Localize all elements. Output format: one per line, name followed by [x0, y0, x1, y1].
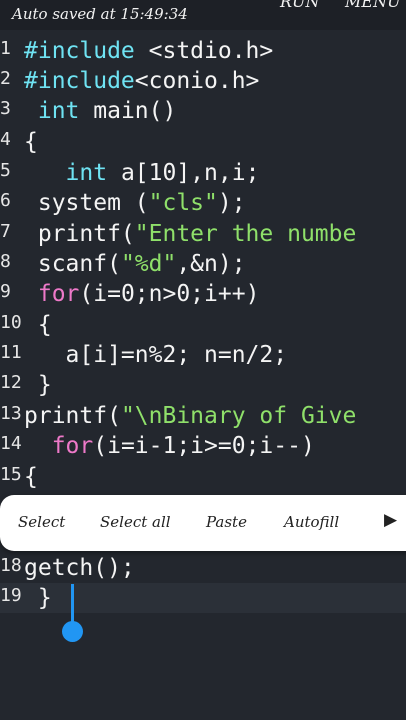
line-number: 14 — [0, 433, 22, 454]
code-line[interactable]: 6 system ("cls"); — [0, 188, 406, 218]
text-cursor — [71, 584, 74, 624]
line-number: 5 — [0, 160, 11, 181]
line-number: 8 — [0, 251, 11, 272]
line-number: 7 — [0, 221, 11, 242]
code-token: ); — [217, 190, 246, 216]
code-line[interactable]: 19 } — [0, 583, 406, 613]
code-line[interactable]: 10 { — [0, 310, 406, 340]
code-token: for — [51, 433, 94, 459]
line-number: 4 — [0, 129, 11, 150]
code-token: system ( — [24, 190, 149, 216]
run-button[interactable]: RUN — [280, 0, 320, 11]
code-line[interactable]: 14 for(i=i-1;i>=0;i--) — [0, 431, 406, 461]
play-triangle-icon[interactable]: ▶ — [384, 510, 397, 530]
text-selection-menu: Select Select all Paste Autofill ▶ — [0, 495, 406, 551]
select-button[interactable]: Select — [18, 513, 65, 531]
code-token: getch(); — [24, 555, 135, 581]
code-line[interactable]: 11 a[i]=n%2; n=n/2; — [0, 340, 406, 370]
line-number: 11 — [0, 342, 22, 363]
code-token: printf( — [24, 403, 121, 429]
code-line[interactable]: 18 getch(); — [0, 553, 406, 583]
code-token: #include — [24, 68, 135, 94]
line-number: 10 — [0, 312, 22, 333]
line-code: scanf("%d",&n); — [24, 249, 406, 279]
code-token: "\nBinary of Give — [120, 403, 357, 429]
code-token: } — [24, 585, 52, 611]
line-code: #include <stdio.h> — [24, 36, 406, 66]
code-token: a[i]=n%2; n=n/2; — [24, 342, 288, 368]
line-number: 13 — [0, 403, 22, 424]
code-token: "cls" — [148, 190, 218, 216]
code-token: scanf( — [24, 251, 121, 277]
line-number: 15 — [0, 464, 22, 485]
code-line[interactable]: 15{ — [0, 462, 406, 492]
code-token: for — [37, 281, 80, 307]
code-line[interactable]: 1 #include <stdio.h> — [0, 36, 406, 66]
code-token: "%d" — [120, 251, 177, 277]
line-number: 1 — [0, 38, 11, 59]
cursor-handle[interactable] — [62, 621, 83, 642]
code-token: <stdio.h> — [134, 38, 274, 64]
code-line[interactable]: 9 for(i=0;n>0;i++) — [0, 279, 406, 309]
code-token: "Enter the numbe — [134, 221, 357, 247]
line-code: { — [24, 127, 406, 157]
code-token: main() — [79, 98, 177, 124]
code-token: { — [24, 312, 52, 338]
code-token: (i=0;n>0;i++) — [79, 281, 260, 307]
line-code: printf("Enter the numbe — [24, 219, 406, 249]
status-bar: Auto saved at 15:49:34 RUN MENU — [0, 0, 406, 30]
line-code: for(i=i-1;i>=0;i--) — [24, 431, 406, 461]
line-number: 3 — [0, 98, 11, 119]
code-line[interactable]: 4{ — [0, 127, 406, 157]
code-line[interactable]: 5 int a[10],n,i; — [0, 158, 406, 188]
code-line[interactable]: 2 #include<conio.h> — [0, 66, 406, 96]
menu-button[interactable]: MENU — [345, 0, 401, 11]
line-code: system ("cls"); — [24, 188, 406, 218]
line-code: { — [24, 310, 406, 340]
select-all-button[interactable]: Select all — [100, 513, 171, 531]
code-line[interactable]: 8 scanf("%d",&n); — [0, 249, 406, 279]
code-token: int — [65, 160, 108, 186]
code-token: { — [24, 464, 38, 490]
line-number: 2 — [0, 68, 11, 89]
code-token: ,&n); — [176, 251, 246, 277]
autosave-status: Auto saved at 15:49:34 — [12, 5, 188, 23]
line-code: getch(); — [24, 553, 406, 583]
code-token: a[10],n,i; — [107, 160, 260, 186]
code-token: } — [24, 372, 52, 398]
line-code: { — [24, 462, 406, 492]
code-line[interactable]: 13 printf("\nBinary of Give — [0, 401, 406, 431]
code-token: int — [37, 98, 80, 124]
code-token: #include — [24, 38, 135, 64]
autofill-button[interactable]: Autofill — [284, 513, 339, 531]
code-token: printf( — [24, 221, 135, 247]
line-code: printf("\nBinary of Give — [24, 401, 406, 431]
paste-button[interactable]: Paste — [206, 513, 247, 531]
line-code: #include<conio.h> — [24, 66, 406, 96]
code-line[interactable]: 12 } — [0, 370, 406, 400]
code-line[interactable]: 7 printf("Enter the numbe — [0, 219, 406, 249]
code-token: <conio.h> — [134, 68, 260, 94]
line-number: 18 — [0, 555, 22, 576]
line-code: for(i=0;n>0;i++) — [24, 279, 406, 309]
line-code: } — [24, 370, 406, 400]
line-number: 19 — [0, 585, 22, 606]
code-token: { — [24, 129, 38, 155]
line-number: 12 — [0, 372, 22, 393]
code-token: (i=i-1;i>=0;i--) — [93, 433, 315, 459]
line-code: int main() — [24, 96, 406, 126]
code-line[interactable]: 3 int main() — [0, 96, 406, 126]
line-number: 6 — [0, 190, 11, 211]
line-code: } — [24, 583, 406, 613]
line-number: 9 — [0, 281, 11, 302]
line-code: a[i]=n%2; n=n/2; — [24, 340, 406, 370]
line-code: int a[10],n,i; — [24, 158, 406, 188]
